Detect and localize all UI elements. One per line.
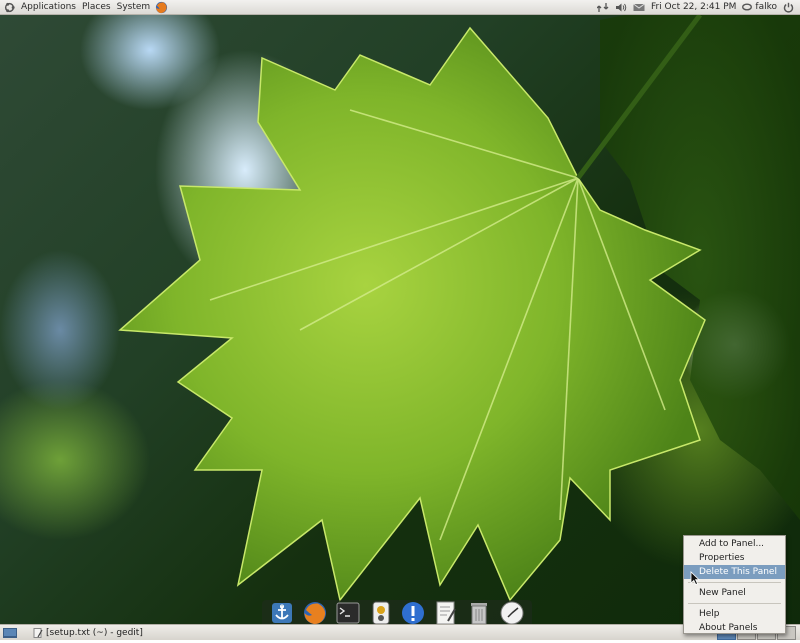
show-desktop-icon[interactable] [3,627,17,639]
menu-item-help[interactable]: Help [684,607,785,621]
menu-item-properties[interactable]: Properties [684,551,785,565]
menu-item-add-to-panel[interactable]: Add to Panel... [684,537,785,551]
terminal-icon[interactable] [335,600,361,626]
mail-icon[interactable] [633,2,645,13]
top-panel: Applications Places System Fri Oct 22, 2… [0,0,800,15]
menu-item-about-panels[interactable]: About Panels [684,621,785,635]
mouse-cursor-icon [690,571,700,585]
power-icon[interactable] [783,2,794,13]
firefox-icon[interactable] [302,600,328,626]
media-player-icon[interactable] [368,600,394,626]
user-name: falko [755,1,777,12]
menu-separator [688,582,781,583]
taskbar-button-label: [setup.txt (~) - gedit] [46,627,143,638]
network-icon[interactable] [596,2,609,13]
user-status-icon [742,3,753,11]
volume-icon[interactable] [615,2,627,13]
bottom-panel: [setup.txt (~) - gedit] [0,624,800,640]
applications-menu[interactable]: Applications [18,0,79,15]
text-editor-icon[interactable] [433,600,459,626]
places-menu[interactable]: Places [79,0,114,15]
system-menu[interactable]: System [114,0,154,15]
taskbar-button-gedit[interactable]: [setup.txt (~) - gedit] [29,626,147,640]
user-menu[interactable]: falko [742,0,777,15]
menu-separator [688,603,781,604]
trash-icon[interactable] [466,600,492,626]
clock-icon[interactable] [499,600,525,626]
desktop-wallpaper [0,0,800,640]
main-menu: Applications Places System [0,0,168,15]
clock[interactable]: Fri Oct 22, 2:41 PM [651,0,736,15]
firefox-launcher-icon[interactable] [155,1,168,14]
dock [262,600,532,626]
menu-item-new-panel[interactable]: New Panel [684,586,785,600]
maple-leaf-image [118,0,800,602]
ubuntu-logo-icon [4,2,15,12]
system-tray: Fri Oct 22, 2:41 PM falko [596,0,800,15]
info-icon[interactable] [400,600,426,626]
text-editor-icon [33,627,43,638]
anchor-icon[interactable] [269,600,295,626]
